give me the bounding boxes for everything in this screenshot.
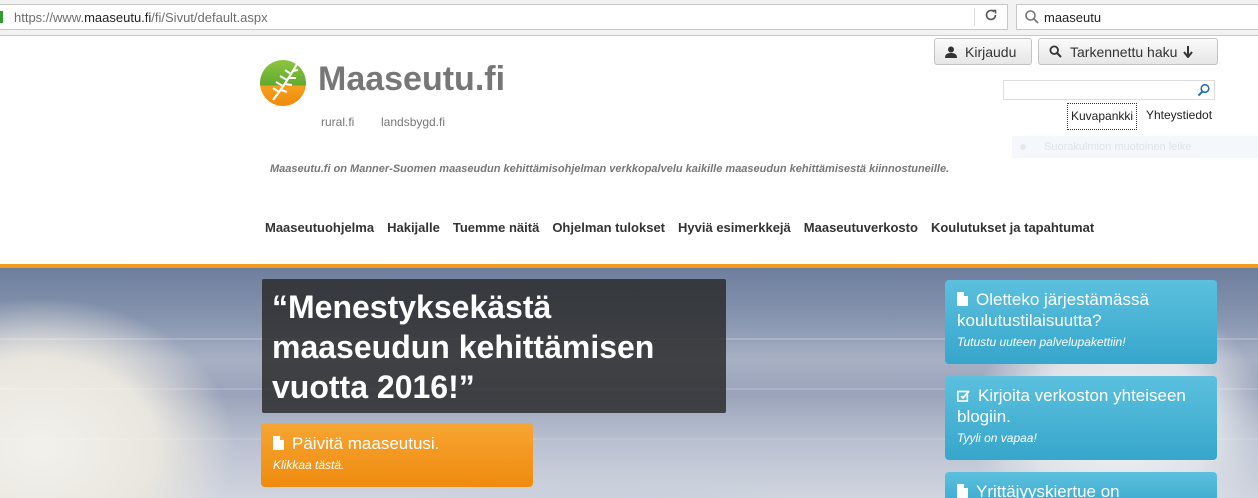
hero-quote: “Menestyksekästä maaseudun kehittämisen …: [262, 279, 726, 413]
ghost-overlay-label: Suorakulmion muotoinen leike: [1012, 136, 1258, 158]
secure-indicator-icon: [0, 11, 3, 23]
card-title-text: Yrittäjyyskiertue on: [976, 482, 1120, 498]
link-kuvapankki[interactable]: Kuvapankki: [1067, 103, 1138, 130]
browser-search-bar[interactable]: maaseutu: [1016, 4, 1258, 30]
hero-quote-line: maaseudun kehittämisen: [272, 329, 655, 365]
card-subtitle: Klikkaa tästä.: [273, 458, 345, 472]
site-tagline: Maaseutu.fi on Manner-Suomen maaseudun k…: [270, 163, 950, 175]
login-label: Kirjaudu: [965, 43, 1017, 60]
update-countryside-card[interactable]: Päivitä maaseutusi. Klikkaa tästä.: [261, 423, 533, 487]
card-subtitle: Tyyli on vapaa!: [957, 431, 1037, 445]
card-title: Kirjoita verkoston yhteiseen blogiin.: [957, 385, 1205, 427]
card-title: Päivitä maaseutusi.: [273, 433, 521, 454]
card-title-text: Päivitä maaseutusi.: [292, 434, 440, 453]
ghost-text: Suorakulmion muotoinen leike: [1044, 141, 1192, 153]
entrepreneurship-tour-card[interactable]: Yrittäjyyskiertue on: [945, 472, 1217, 498]
address-bar-divider: [974, 8, 975, 26]
login-button[interactable]: Kirjaudu: [934, 38, 1032, 65]
hero-banner: “Menestyksekästä maaseudun kehittämisen …: [0, 268, 1258, 498]
document-icon: [273, 436, 284, 450]
site-header: Maaseutu.fi rural.fi landsbygd.fi Maaseu…: [0, 36, 1258, 264]
reload-icon[interactable]: [980, 7, 1002, 27]
card-title: Yrittäjyyskiertue on: [957, 481, 1205, 498]
card-subtitle: Tutustu uuteen palvelupakettiin!: [957, 335, 1126, 349]
url-path: /fi/Sivut/default.aspx: [151, 10, 268, 25]
browser-search-text[interactable]: maaseutu: [1044, 10, 1101, 25]
link-landsbygd-fi[interactable]: landsbygd.fi: [381, 115, 445, 129]
site-logo-text[interactable]: Maaseutu.fi: [318, 60, 505, 99]
address-url[interactable]: https://www.maaseutu.fi/fi/Sivut/default…: [14, 10, 268, 25]
advanced-search-button[interactable]: Tarkennettu haku: [1038, 38, 1218, 65]
nav-item-hyvia-esimerkkeja[interactable]: Hyviä esimerkkejä: [678, 220, 791, 235]
maaseutu-logo-icon[interactable]: [259, 56, 307, 108]
link-yhteystiedot[interactable]: Yhteystiedot: [1143, 103, 1215, 130]
site-search-input[interactable]: [1003, 80, 1215, 100]
document-icon: [957, 292, 968, 306]
arrow-down-icon: [1183, 45, 1194, 58]
card-title-text: Oletteko järjestämässä koulutustilaisuut…: [957, 290, 1149, 330]
url-domain: maaseutu.fi: [84, 10, 152, 25]
blog-card[interactable]: Kirjoita verkoston yhteiseen blogiin. Ty…: [945, 376, 1217, 460]
document-icon: [957, 484, 968, 498]
nav-item-hakijalle[interactable]: Hakijalle: [387, 220, 440, 235]
training-event-card[interactable]: Oletteko järjestämässä koulutustilaisuut…: [945, 280, 1217, 364]
link-rural-fi[interactable]: rural.fi: [321, 115, 354, 129]
nav-item-ohjelman-tulokset[interactable]: Ohjelman tulokset: [552, 220, 665, 235]
nav-item-tuemme-naita[interactable]: Tuemme näitä: [453, 220, 539, 235]
search-icon: [1025, 10, 1039, 24]
nav-item-koulutukset[interactable]: Koulutukset ja tapahtumat: [931, 220, 1094, 235]
card-title-text: Kirjoita verkoston yhteiseen blogiin.: [957, 386, 1186, 426]
hero-quote-line: vuotta 2016!”: [272, 369, 475, 405]
search-icon: [1049, 45, 1062, 58]
card-title: Oletteko järjestämässä koulutustilaisuut…: [957, 289, 1205, 331]
ghost-dot-icon: [1020, 144, 1026, 150]
url-prefix: https://www.: [14, 10, 85, 25]
user-icon: [945, 46, 957, 58]
nav-item-maaseutuverkosto[interactable]: Maaseutuverkosto: [804, 220, 918, 235]
main-navigation: Maaseutuohjelma Hakijalle Tuemme näitä O…: [265, 220, 1107, 235]
search-icon[interactable]: [1197, 83, 1211, 97]
edit-icon: [957, 390, 970, 402]
browser-toolbar: https://www.maaseutu.fi/fi/Sivut/default…: [0, 0, 1258, 36]
hero-quote-line: “Menestyksekästä: [272, 289, 552, 325]
address-bar[interactable]: https://www.maaseutu.fi/fi/Sivut/default…: [0, 4, 1008, 30]
nav-item-maaseutuohjelma[interactable]: Maaseutuohjelma: [265, 220, 374, 235]
advanced-search-label: Tarkennettu haku: [1070, 43, 1178, 60]
